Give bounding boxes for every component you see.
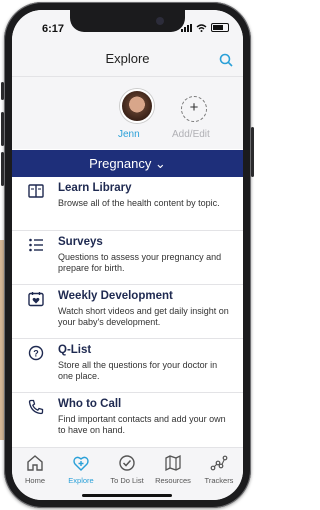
plus-icon: + <box>189 99 199 116</box>
battery-icon <box>211 23 229 32</box>
tab-label: Explore <box>68 476 94 485</box>
camera-dot <box>156 17 164 25</box>
add-edit-label[interactable]: Add/Edit <box>172 129 210 140</box>
tab-home[interactable]: Home <box>12 454 58 485</box>
list-item-surveys[interactable]: Surveys Questions to assess your pregnan… <box>12 231 243 285</box>
tab-label: Resources <box>155 476 191 485</box>
svg-text:?: ? <box>33 349 39 359</box>
tab-to-do-list[interactable]: To Do List <box>104 454 150 485</box>
item-title: Q-List <box>58 344 92 356</box>
map-icon <box>165 454 181 472</box>
phone-side-button <box>1 82 4 100</box>
question-icon: ? <box>28 345 44 361</box>
calendar-heart-icon <box>28 292 44 307</box>
tab-label: Home <box>24 476 45 485</box>
item-description: Store all the questions for your doctor … <box>58 360 218 381</box>
list-item-weekly-development[interactable]: Weekly Development Watch short videos an… <box>12 285 243 339</box>
item-description: Find important contacts and add your own… <box>58 414 226 435</box>
tab-label: To Do List <box>110 476 144 485</box>
page-title: Explore <box>105 51 150 66</box>
avatar[interactable] <box>120 89 154 123</box>
search-icon[interactable] <box>219 53 233 67</box>
book-icon <box>28 184 44 198</box>
wifi-icon <box>196 23 207 32</box>
signal-icon <box>181 23 192 32</box>
item-title: Learn Library <box>58 182 132 194</box>
notch <box>70 10 185 32</box>
list-item-learn-library[interactable]: Learn Library Browse all of the health c… <box>12 177 243 231</box>
status-bar: 6:17 <box>12 10 243 44</box>
home-icon <box>27 455 43 471</box>
item-description: Questions to assess your pregnancy and p… <box>58 252 222 273</box>
status-time: 6:17 <box>42 23 65 35</box>
tab-trackers[interactable]: Trackers <box>196 454 242 485</box>
header: Explore <box>12 44 243 77</box>
add-profile-button[interactable]: + <box>181 96 207 122</box>
item-title: Who to Call <box>58 398 122 410</box>
category-dropdown[interactable]: Pregnancy ⌄ <box>12 150 243 177</box>
phone-icon <box>28 399 44 415</box>
item-description: Browse all of the health content by topi… <box>58 198 220 208</box>
tab-resources[interactable]: Resources <box>150 454 196 485</box>
tab-explore[interactable]: Explore <box>58 454 104 485</box>
phone-side-button <box>251 127 254 177</box>
screen: 6:17 Explore Jenn + Add/Edit Pregnancy ⌄… <box>12 10 243 500</box>
list-item-q-list[interactable]: ? Q-List Store all the questions for you… <box>12 339 243 393</box>
list-item-who-to-call[interactable]: Who to Call Find important contacts and … <box>12 393 243 447</box>
explore-list: Learn Library Browse all of the health c… <box>12 177 243 447</box>
item-title: Weekly Development <box>58 290 173 302</box>
check-circle-icon <box>119 455 135 471</box>
phone-side-button <box>1 112 4 146</box>
item-description: Watch short videos and get daily insight… <box>58 306 229 327</box>
item-title: Surveys <box>58 236 103 248</box>
checklist-icon <box>29 238 43 252</box>
profile-name[interactable]: Jenn <box>118 129 140 140</box>
home-indicator <box>82 494 172 497</box>
phone-side-button <box>1 152 4 186</box>
trackers-icon <box>210 455 228 471</box>
profile-switcher: Jenn + Add/Edit <box>12 77 243 149</box>
phone-frame: 6:17 Explore Jenn + Add/Edit Pregnancy ⌄… <box>1 2 254 508</box>
tab-bar: Home Explore To Do List Resources Tracke… <box>12 447 243 500</box>
status-icons <box>181 23 229 32</box>
tab-label: Trackers <box>204 476 234 485</box>
explore-icon <box>73 456 89 471</box>
